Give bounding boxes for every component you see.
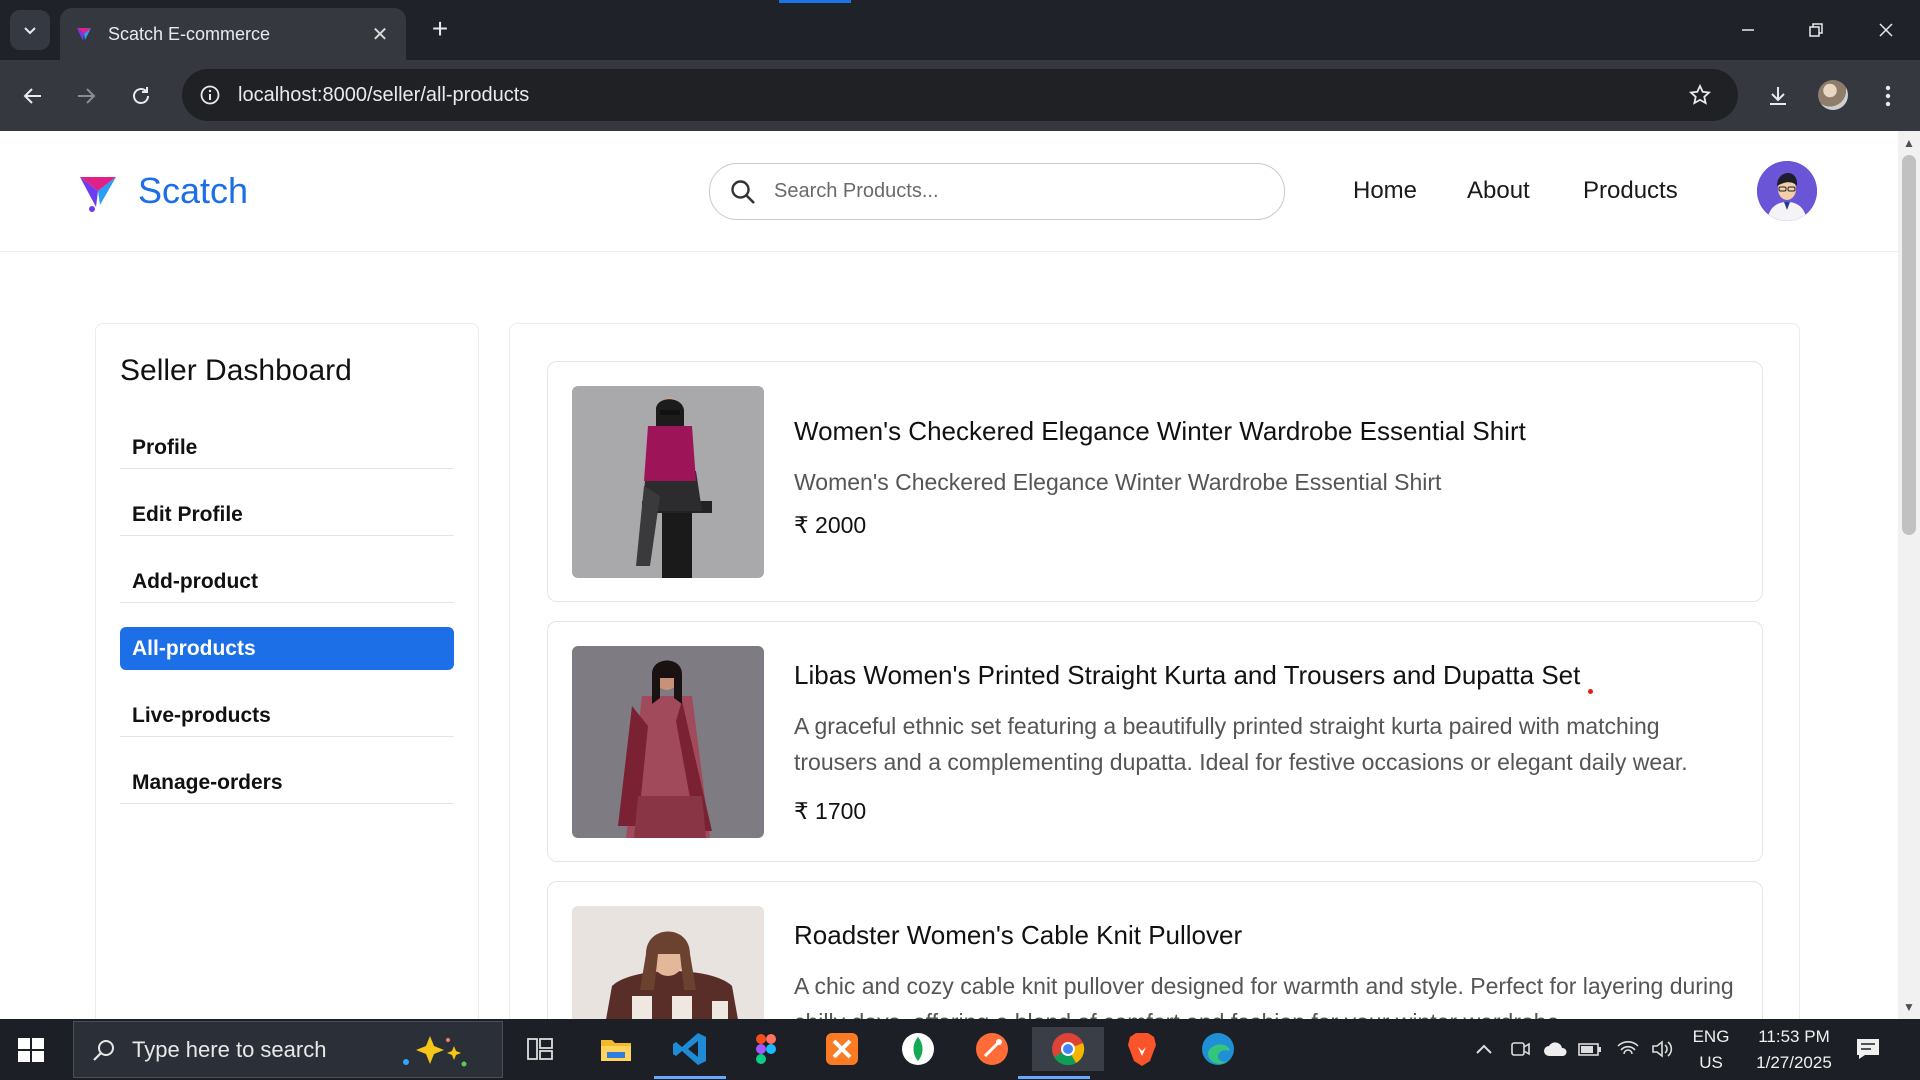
product-image[interactable]: [572, 906, 764, 1019]
scatch-favicon-icon: [77, 28, 91, 41]
product-card[interactable]: Roadster Women's Cable Knit Pullover A c…: [547, 881, 1763, 1019]
url-text: localhost:8000/seller/all-products: [238, 83, 530, 106]
nav-home[interactable]: Home: [1353, 177, 1417, 205]
brand[interactable]: Scatch: [76, 169, 248, 213]
sidebar-item-all-products[interactable]: All-products: [120, 627, 454, 670]
volume-icon[interactable]: [1640, 1027, 1684, 1071]
product-description: A graceful ethnic set featuring a beauti…: [794, 713, 1688, 775]
notifications-icon[interactable]: [1846, 1027, 1890, 1071]
user-avatar[interactable]: [1757, 161, 1817, 221]
search-input[interactable]: [774, 180, 1254, 203]
language-indicator[interactable]: ENG US: [1688, 1027, 1734, 1073]
clock[interactable]: 11:53 PM 1/27/2025: [1742, 1027, 1846, 1073]
product-image[interactable]: [572, 646, 764, 838]
sparkle-icon: [403, 1036, 467, 1067]
more-vertical-icon: [1885, 85, 1891, 107]
brave-icon[interactable]: [1120, 1027, 1164, 1071]
taskbar-search-placeholder: Type here to search: [132, 1036, 327, 1062]
back-button[interactable]: [15, 78, 51, 114]
product-image[interactable]: [572, 386, 764, 578]
product-search[interactable]: [709, 163, 1285, 220]
taskbar-search[interactable]: Type here to search: [73, 1021, 503, 1078]
site-header: Scatch Home About Products: [0, 131, 1898, 252]
brand-name: Scatch: [138, 170, 249, 211]
browser-tab[interactable]: Scatch E-commerce ✕: [60, 8, 406, 60]
tab-close-icon[interactable]: ✕: [368, 22, 392, 47]
windows-start-icon[interactable]: [16, 1035, 46, 1065]
sidebar-item-manage-orders[interactable]: Manage-orders: [120, 761, 454, 804]
product-card[interactable]: Libas Women's Printed Straight Kurta and…: [547, 621, 1763, 862]
product-card[interactable]: Women's Checkered Elegance Winter Wardro…: [547, 361, 1763, 602]
cursor-dot: [1588, 689, 1593, 694]
sidebar-item-profile[interactable]: Profile: [120, 426, 454, 469]
product-description: A chic and cozy cable knit pullover desi…: [794, 973, 1734, 1019]
bookmark-star-icon[interactable]: [1680, 75, 1720, 115]
address-bar[interactable]: localhost:8000/seller/all-products: [182, 69, 1738, 121]
reload-icon: [133, 87, 149, 104]
browser-profile-avatar[interactable]: [1818, 80, 1848, 110]
product-description: Women's Checkered Elegance Winter Wardro…: [794, 469, 1442, 495]
minimize-icon: [1742, 29, 1754, 31]
browser-toolbar: localhost:8000/seller/all-products: [0, 60, 1920, 131]
close-window-button[interactable]: [1866, 12, 1906, 48]
nav-about[interactable]: About: [1467, 177, 1530, 205]
page-viewport: Scatch Home About Products Seller Dashb: [0, 131, 1898, 1019]
clock-time: 11:53 PM: [1758, 1027, 1830, 1046]
minimize-button[interactable]: [1728, 12, 1768, 48]
restore-icon: [1809, 23, 1823, 37]
scroll-down-icon[interactable]: ▼: [1903, 1000, 1915, 1014]
close-icon: [1879, 23, 1893, 37]
xampp-icon[interactable]: [820, 1027, 864, 1071]
product-price: ₹ 1700: [794, 798, 867, 824]
forward-button[interactable]: [68, 78, 104, 114]
browser-tabstrip: Scatch E-commerce ✕ +: [0, 0, 1920, 60]
tab-title: Scatch E-commerce: [108, 23, 271, 44]
product-list: Women's Checkered Elegance Winter Wardro…: [509, 323, 1800, 1019]
figma-icon[interactable]: [744, 1027, 788, 1071]
nav-products[interactable]: Products: [1583, 177, 1678, 205]
product-price: ₹ 2000: [794, 512, 867, 538]
sidebar-item-edit-profile[interactable]: Edit Profile: [120, 493, 454, 536]
downloads-button[interactable]: [1760, 78, 1796, 114]
chrome-icon[interactable]: [1018, 1027, 1104, 1079]
product-title[interactable]: Libas Women's Printed Straight Kurta and…: [794, 660, 1580, 691]
reload-button[interactable]: [123, 78, 159, 114]
chevron-down-icon: [24, 27, 36, 35]
task-view-icon[interactable]: [518, 1027, 562, 1071]
sidebar-item-add-product[interactable]: Add-product: [120, 560, 454, 603]
edge-icon[interactable]: [1196, 1027, 1240, 1071]
restore-button[interactable]: [1796, 12, 1836, 48]
search-icon: [93, 1039, 114, 1061]
sidebar-title: Seller Dashboard: [120, 354, 352, 387]
postman-icon[interactable]: [970, 1027, 1014, 1071]
loading-indicator: [779, 0, 851, 3]
scrollbar-thumb[interactable]: [1902, 155, 1916, 535]
sidebar-item-live-products[interactable]: Live-products: [120, 694, 454, 737]
scatch-logo-icon: [80, 177, 116, 212]
arrow-right-icon: [78, 88, 96, 104]
search-icon: [728, 177, 758, 207]
windows-taskbar: Type here to search ENG US 11:53 PM 1/27…: [0, 1019, 1920, 1080]
download-icon: [1770, 87, 1786, 105]
browser-menu-button[interactable]: [1870, 78, 1906, 114]
product-title[interactable]: Women's Checkered Elegance Winter Wardro…: [794, 416, 1526, 447]
scroll-up-icon[interactable]: ▲: [1903, 136, 1915, 150]
arrow-left-icon: [23, 88, 41, 104]
vscode-icon[interactable]: [654, 1027, 726, 1079]
tab-search-button[interactable]: [10, 10, 50, 50]
seller-sidebar: Seller Dashboard Profile Edit Profile Ad…: [95, 323, 479, 1019]
product-title[interactable]: Roadster Women's Cable Knit Pullover: [794, 920, 1242, 951]
file-explorer-icon[interactable]: [594, 1027, 638, 1071]
mongodb-compass-icon[interactable]: [896, 1027, 940, 1071]
clock-date: 1/27/2025: [1756, 1053, 1832, 1072]
region-code: US: [1699, 1053, 1723, 1072]
new-tab-button[interactable]: +: [424, 14, 456, 46]
language-code: ENG: [1692, 1027, 1730, 1046]
site-info-icon[interactable]: [196, 81, 224, 109]
